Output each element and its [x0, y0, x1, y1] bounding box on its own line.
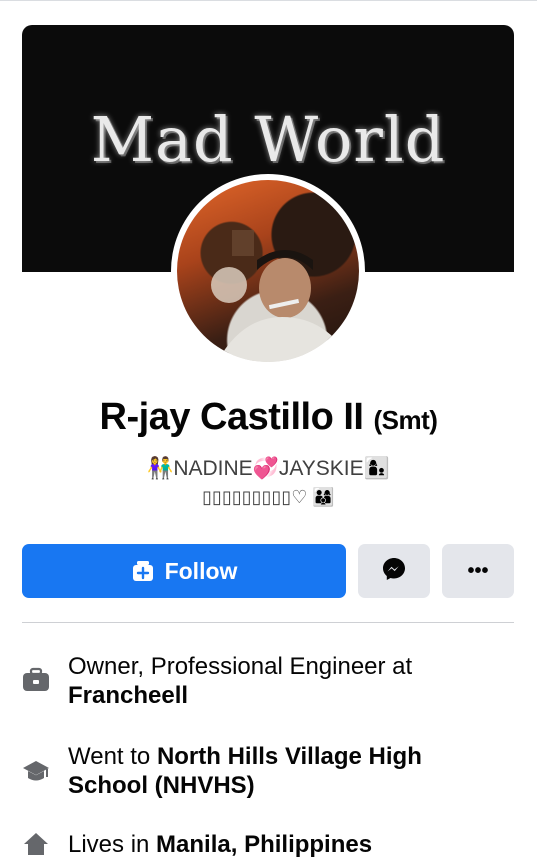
work-icon — [22, 666, 50, 694]
avatar-image — [211, 230, 352, 362]
school-prefix: Went to — [68, 743, 151, 770]
follow-button[interactable]: Follow — [22, 544, 346, 598]
profile-name: R-jay Castillo II (Smt) — [0, 396, 537, 439]
education-text: Went to North Hills Village High School … — [68, 742, 508, 800]
section-divider — [22, 622, 514, 623]
profile-name-suffix: (Smt) — [373, 405, 438, 435]
location-text: Lives in Manila, Philippines — [68, 830, 508, 859]
school-icon — [22, 758, 50, 786]
more-options-button[interactable]: ••• — [442, 544, 514, 598]
work-place-link[interactable]: Francheell — [68, 682, 188, 709]
lives-place-link[interactable]: Manila, Philippines — [156, 831, 372, 858]
follow-icon — [131, 559, 155, 583]
profile-picture[interactable] — [171, 174, 365, 368]
bio-line-2: ▯▯▯▯▯▯▯▯▯♡ 👨‍👩‍👦 — [202, 487, 335, 507]
cover-text: Mad World — [90, 103, 446, 176]
more-icon: ••• — [467, 559, 489, 582]
profile-name-text: R-jay Castillo II — [99, 396, 364, 438]
message-button[interactable] — [358, 544, 430, 598]
avatar — [177, 180, 359, 362]
bio-line-1: 👫NADINE💞JAYSKIE👩‍👦 — [147, 457, 390, 480]
home-icon — [22, 830, 50, 858]
work-prefix: Owner, Professional Engineer at — [68, 653, 413, 680]
work-text: Owner, Professional Engineer at Franchee… — [68, 652, 508, 710]
lives-prefix: Lives in — [68, 831, 150, 858]
top-divider — [0, 0, 537, 1]
follow-label: Follow — [164, 557, 238, 584]
messenger-icon — [381, 556, 407, 587]
